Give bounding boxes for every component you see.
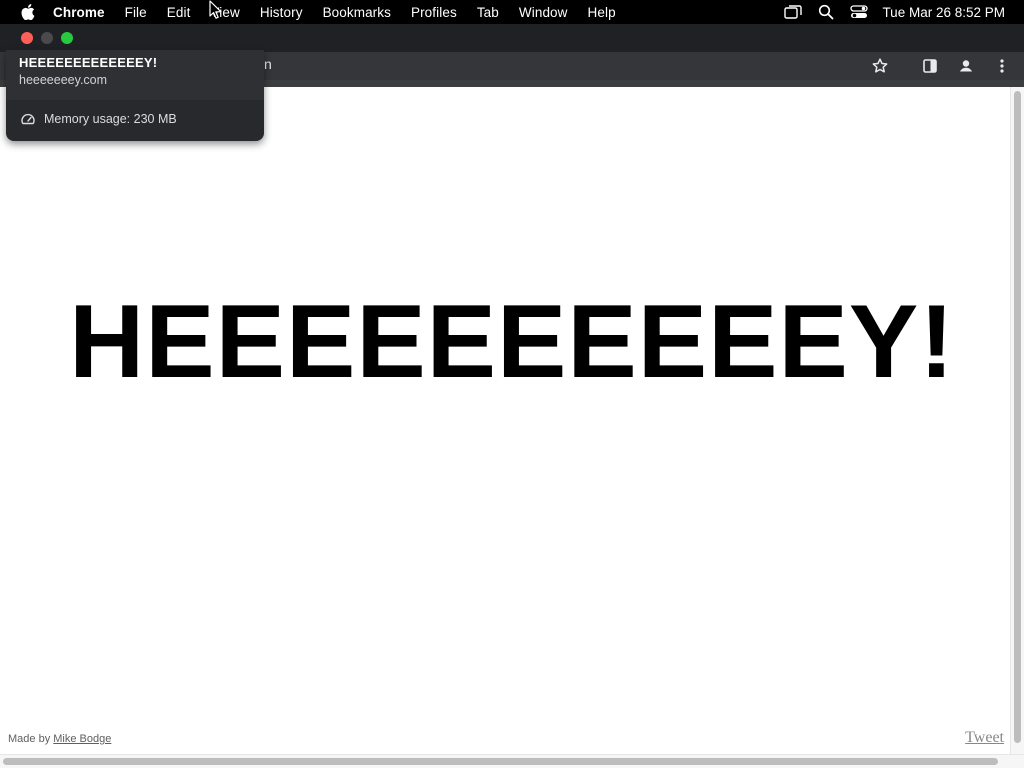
window-zoom-button[interactable] bbox=[61, 32, 73, 44]
menu-dots-icon[interactable] bbox=[991, 55, 1013, 77]
vertical-scroll-thumb[interactable] bbox=[1014, 91, 1021, 743]
menu-tab[interactable]: Tab bbox=[477, 5, 499, 20]
control-center-icon[interactable] bbox=[849, 2, 869, 22]
vertical-scrollbar[interactable] bbox=[1010, 87, 1024, 754]
window-close-button[interactable] bbox=[21, 32, 33, 44]
menu-app-chrome[interactable]: Chrome bbox=[53, 5, 105, 20]
side-panel-icon[interactable] bbox=[919, 55, 941, 77]
window-minimize-button[interactable] bbox=[41, 32, 53, 44]
browser-titlebar bbox=[0, 24, 1024, 52]
page-headline: HEEEEEEEEEEY! bbox=[69, 284, 955, 400]
menu-help[interactable]: Help bbox=[588, 5, 616, 20]
status-area: Tue Mar 26 8:52 PM bbox=[783, 0, 1024, 24]
tweet-link[interactable]: Tweet bbox=[965, 729, 1004, 747]
memory-usage-text: Memory usage: 230 MB bbox=[44, 112, 177, 126]
hover-card-header: HEEEEEEEEEEEEEY! heeeeeeey.com bbox=[6, 50, 264, 100]
horizontal-scrollbar[interactable] bbox=[0, 754, 1024, 768]
author-link[interactable]: Mike Bodge bbox=[53, 733, 111, 745]
menu-bar: Chrome File Edit View History Bookmarks … bbox=[0, 0, 1024, 24]
made-by-credit: Made by Mike Bodge bbox=[8, 733, 111, 745]
spotlight-search-icon[interactable] bbox=[816, 2, 836, 22]
menu-bookmarks[interactable]: Bookmarks bbox=[323, 5, 391, 20]
hover-card-memory: Memory usage: 230 MB bbox=[6, 100, 264, 127]
hover-card-url: heeeeeeey.com bbox=[19, 73, 108, 87]
page-viewport: Made by Mike Bodge Tweet bbox=[0, 87, 1010, 754]
screen-mirroring-icon[interactable] bbox=[783, 2, 803, 22]
horizontal-scroll-thumb[interactable] bbox=[3, 758, 998, 765]
apple-menu-icon[interactable] bbox=[17, 4, 39, 20]
mouse-cursor-icon bbox=[209, 0, 223, 20]
bookmark-star-icon[interactable] bbox=[869, 55, 891, 77]
menu-edit[interactable]: Edit bbox=[167, 5, 191, 20]
menu-history[interactable]: History bbox=[260, 5, 303, 20]
made-by-prefix: Made by bbox=[8, 733, 54, 745]
hover-card-title: HEEEEEEEEEEEEEY! bbox=[19, 55, 158, 70]
memory-gauge-icon bbox=[20, 111, 36, 127]
omnibox-text[interactable]: n bbox=[264, 56, 272, 72]
menu-profiles[interactable]: Profiles bbox=[411, 5, 457, 20]
menu-file[interactable]: File bbox=[125, 5, 147, 20]
menu-clock[interactable]: Tue Mar 26 8:52 PM bbox=[882, 5, 1005, 20]
tab-hover-card: HEEEEEEEEEEEEEY! heeeeeeey.com Memory us… bbox=[6, 50, 264, 141]
menu-window[interactable]: Window bbox=[519, 5, 568, 20]
profile-icon[interactable] bbox=[955, 55, 977, 77]
